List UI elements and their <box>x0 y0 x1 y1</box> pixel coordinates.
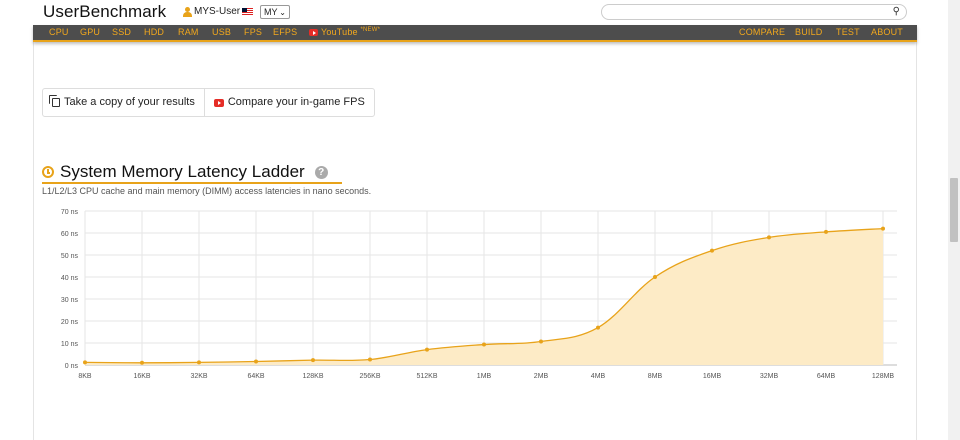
data-point[interactable] <box>710 248 714 253</box>
y-tick-label: 30 ns <box>61 297 79 304</box>
x-tick-label: 2MB <box>534 373 549 380</box>
data-point[interactable] <box>881 226 885 231</box>
x-tick-label: 16MB <box>703 373 722 380</box>
y-axis: 0 ns 10 ns 20 ns 30 ns 40 ns 50 ns 60 ns 70 ns <box>61 209 79 370</box>
x-tick-label: 64KB <box>247 373 264 380</box>
x-tick-label: 128MB <box>872 373 895 380</box>
scrollbar-thumb[interactable] <box>950 178 958 242</box>
x-tick-label: 256KB <box>359 373 380 380</box>
data-point[interactable] <box>311 358 315 363</box>
x-tick-label: 8MB <box>648 373 663 380</box>
x-tick-label: 32KB <box>190 373 207 380</box>
x-tick-label: 512KB <box>416 373 437 380</box>
x-tick-label: 1MB <box>477 373 492 380</box>
y-tick-label: 20 ns <box>61 319 79 326</box>
y-tick-label: 0 ns <box>65 363 79 370</box>
data-point[interactable] <box>197 360 201 365</box>
y-tick-label: 60 ns <box>61 231 79 238</box>
x-tick-label: 8KB <box>78 373 92 380</box>
data-point[interactable] <box>83 360 87 365</box>
x-axis: 8KB 16KB 32KB 64KB 128KB 256KB 512KB 1MB 2MB 4MB 8… <box>78 373 894 380</box>
data-point[interactable] <box>425 347 429 352</box>
data-point[interactable] <box>482 342 486 347</box>
x-tick-label: 16KB <box>133 373 150 380</box>
data-point[interactable] <box>596 325 600 330</box>
x-tick-label: 128KB <box>302 373 323 380</box>
y-tick-label: 50 ns <box>61 253 79 260</box>
data-point[interactable] <box>653 275 657 279</box>
data-point[interactable] <box>368 357 372 362</box>
data-point[interactable] <box>539 339 543 344</box>
x-tick-label: 64MB <box>817 373 836 380</box>
x-tick-label: 4MB <box>591 373 606 380</box>
latency-chart: 0 ns10 ns20 ns30 ns40 ns50 ns60 ns70 ns … <box>61 209 897 380</box>
data-point[interactable] <box>767 235 771 240</box>
y-tick-label: 10 ns <box>61 341 79 348</box>
y-tick-label: 40 ns <box>61 275 79 282</box>
data-point[interactable] <box>140 360 144 365</box>
data-point[interactable] <box>824 229 828 234</box>
data-point[interactable] <box>254 359 258 364</box>
x-tick-label: 32MB <box>760 373 779 380</box>
y-tick-label: 70 ns <box>61 209 79 216</box>
